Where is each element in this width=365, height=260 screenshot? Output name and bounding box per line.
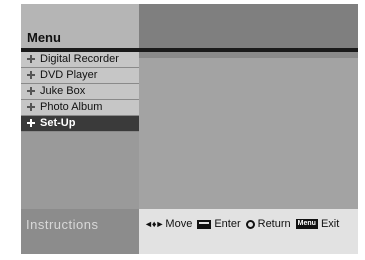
help-bar: ◄♦► Move Enter Return Menu Exit xyxy=(139,209,358,254)
sidebar-list: Digital Recorder DVD Player Juke Box Pho… xyxy=(21,52,139,132)
plus-bullet-icon xyxy=(27,55,35,63)
sidebar-item-label: Juke Box xyxy=(40,85,86,97)
sidebar-item-photo-album[interactable]: Photo Album xyxy=(21,100,139,116)
sidebar-item-dvd-player[interactable]: DVD Player xyxy=(21,68,139,84)
help-enter: Enter xyxy=(197,218,241,230)
move-label: Move xyxy=(165,218,193,230)
sidebar-item-digital-recorder[interactable]: Digital Recorder xyxy=(21,52,139,68)
instructions-label: Instructions xyxy=(26,217,99,232)
enter-key-icon xyxy=(197,219,212,229)
plus-bullet-icon xyxy=(27,103,35,111)
instructions-panel: Instructions xyxy=(21,209,139,254)
return-label: Return xyxy=(257,218,291,230)
content-panel xyxy=(139,52,358,209)
sidebar-item-set-up[interactable]: Set-Up xyxy=(21,116,139,132)
exit-label: Exit xyxy=(320,218,340,230)
help-row: ◄♦► Move Enter Return Menu Exit xyxy=(144,218,344,230)
sidebar-item-juke-box[interactable]: Juke Box xyxy=(21,84,139,100)
return-key-icon xyxy=(245,219,255,229)
sidebar-item-label: DVD Player xyxy=(40,69,98,81)
help-return: Return xyxy=(245,218,291,230)
help-exit: Menu Exit xyxy=(295,218,340,230)
plus-bullet-icon xyxy=(27,87,35,95)
sidebar-item-label: Digital Recorder xyxy=(40,53,119,65)
sidebar-item-label: Set-Up xyxy=(40,117,76,129)
menu-key-icon: Menu xyxy=(295,219,318,229)
navigate-arrows-icon: ◄♦► xyxy=(144,219,164,229)
header-panel xyxy=(139,4,358,48)
plus-bullet-icon xyxy=(27,119,35,127)
plus-bullet-icon xyxy=(27,71,35,79)
sidebar: Digital Recorder DVD Player Juke Box Pho… xyxy=(21,52,139,209)
sidebar-item-label: Photo Album xyxy=(40,101,103,113)
enter-label: Enter xyxy=(214,218,241,230)
help-move: ◄♦► Move xyxy=(144,218,192,230)
menu-header: Menu xyxy=(21,4,139,48)
menu-title: Menu xyxy=(27,30,61,45)
osd-screen: Menu Digital Recorder DVD Player Juke Bo… xyxy=(21,4,358,254)
